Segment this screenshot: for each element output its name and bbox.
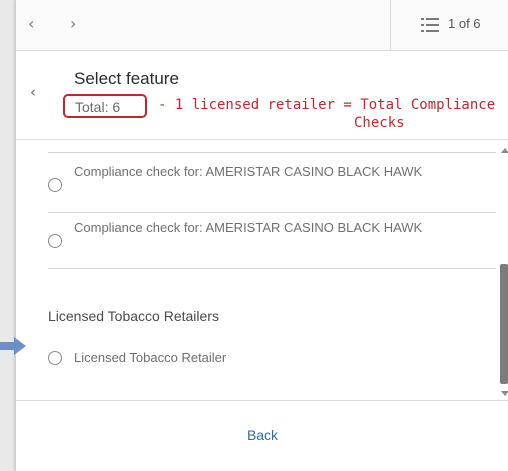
- radio-button[interactable]: [48, 234, 62, 248]
- popup-footer: Back: [16, 400, 508, 471]
- list-item-label: Licensed Tobacco Retailer: [74, 350, 227, 365]
- feature-list: Compliance check for: AMERISTAR CASINO B…: [16, 140, 508, 400]
- list-item[interactable]: Licensed Tobacco Retailer: [48, 348, 496, 372]
- nav-divider: [390, 0, 391, 50]
- list-item[interactable]: Compliance check for: AMERISTAR CASINO B…: [48, 160, 496, 213]
- total-count: Total: 6: [75, 99, 121, 115]
- radio-button[interactable]: [48, 351, 62, 365]
- page-count: 1 of 6: [448, 16, 481, 31]
- scroll-thumb[interactable]: [500, 264, 508, 384]
- list-item-label: Compliance check for: AMERISTAR CASINO B…: [74, 164, 423, 179]
- list-scrollbar[interactable]: [500, 148, 508, 396]
- list-icon[interactable]: [421, 18, 439, 32]
- total-highlight-box: Total: 6: [63, 94, 147, 118]
- annotation-line-1: - 1 licensed retailer = Total Compliance: [158, 97, 496, 113]
- radio-button[interactable]: [48, 178, 62, 192]
- list-item[interactable]: Compliance check for: AMERISTAR CASINO B…: [48, 220, 496, 270]
- group-heading: Licensed Tobacco Retailers: [48, 308, 219, 324]
- annotation-note: - 1 licensed retailer = Total Compliance…: [158, 96, 508, 132]
- page-title: Select feature: [74, 69, 179, 88]
- scroll-up-arrow-icon[interactable]: [501, 148, 508, 153]
- feature-navigation-bar: ‹ › 1 of 6: [16, 0, 508, 51]
- annotation-line-2: Checks: [354, 115, 405, 131]
- list-divider: [48, 268, 496, 269]
- chevron-left-icon[interactable]: ‹: [30, 83, 36, 101]
- pointer-arrow-icon: [0, 337, 26, 355]
- back-button[interactable]: Back: [16, 427, 508, 443]
- list-divider: [48, 152, 496, 153]
- select-feature-header: ‹ Select feature Total: 6 - 1 licensed r…: [16, 51, 508, 140]
- feature-popup-panel: ‹ › 1 of 6 ‹ Select feature Total: 6 - 1…: [15, 0, 508, 471]
- list-item-label: Compliance check for: AMERISTAR CASINO B…: [74, 220, 423, 235]
- next-feature-button[interactable]: ›: [70, 14, 76, 33]
- scroll-down-arrow-icon[interactable]: [501, 391, 508, 396]
- list-divider: [48, 212, 496, 213]
- previous-feature-button[interactable]: ‹: [28, 14, 34, 33]
